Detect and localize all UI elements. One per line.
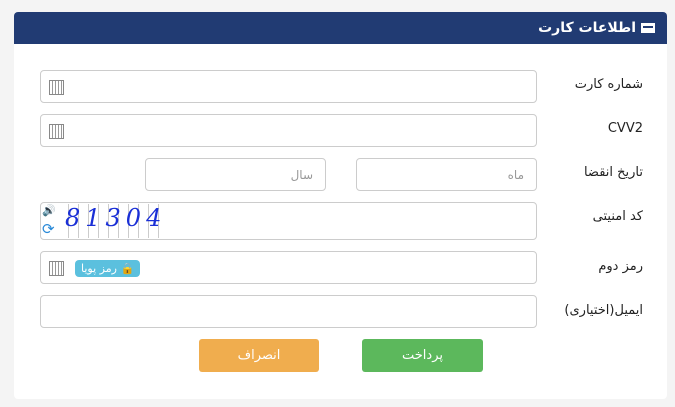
captcha-input[interactable]: 🔊 ⟳ 81304	[40, 202, 537, 240]
email-input[interactable]	[40, 295, 537, 328]
month-placeholder: ماه	[507, 168, 524, 182]
lock-icon: 🔒	[120, 262, 135, 275]
card-info-panel: اطلاعات کارت شماره کارت CVV2 تاریخ انقضا…	[14, 12, 667, 399]
keyboard-icon[interactable]	[49, 260, 64, 276]
keyboard-icon[interactable]	[49, 79, 64, 95]
audio-icon[interactable]: 🔊	[42, 204, 56, 217]
keyboard-icon[interactable]	[49, 123, 64, 139]
cvv2-label: CVV2	[607, 121, 643, 136]
cancel-button[interactable]: انصراف	[199, 339, 319, 372]
expiry-month-input[interactable]: ماه	[356, 158, 537, 191]
panel-title: اطلاعات کارت	[538, 20, 636, 36]
second-pin-input[interactable]: 🔒 رمز پویا	[40, 251, 537, 284]
captcha-image: 81304	[59, 204, 161, 238]
card-number-input[interactable]	[40, 70, 537, 103]
second-pin-label: رمز دوم	[598, 259, 643, 274]
email-label: ایمیل(اختیاری)	[564, 303, 643, 318]
panel-header: اطلاعات کارت	[14, 12, 667, 44]
card-number-label: شماره کارت	[574, 77, 643, 92]
expiry-year-input[interactable]: سال	[145, 158, 326, 191]
refresh-icon[interactable]: ⟳	[42, 220, 55, 238]
dynamic-pin-button[interactable]: 🔒 رمز پویا	[75, 260, 141, 277]
pay-button[interactable]: پرداخت	[362, 339, 483, 372]
expiry-label: تاریخ انقضا	[583, 165, 643, 180]
dynamic-pin-label: رمز پویا	[81, 262, 117, 275]
credit-card-icon	[641, 23, 655, 33]
cvv2-input[interactable]	[40, 114, 537, 147]
captcha-label: کد امنیتی	[592, 209, 643, 224]
year-placeholder: سال	[290, 168, 313, 182]
